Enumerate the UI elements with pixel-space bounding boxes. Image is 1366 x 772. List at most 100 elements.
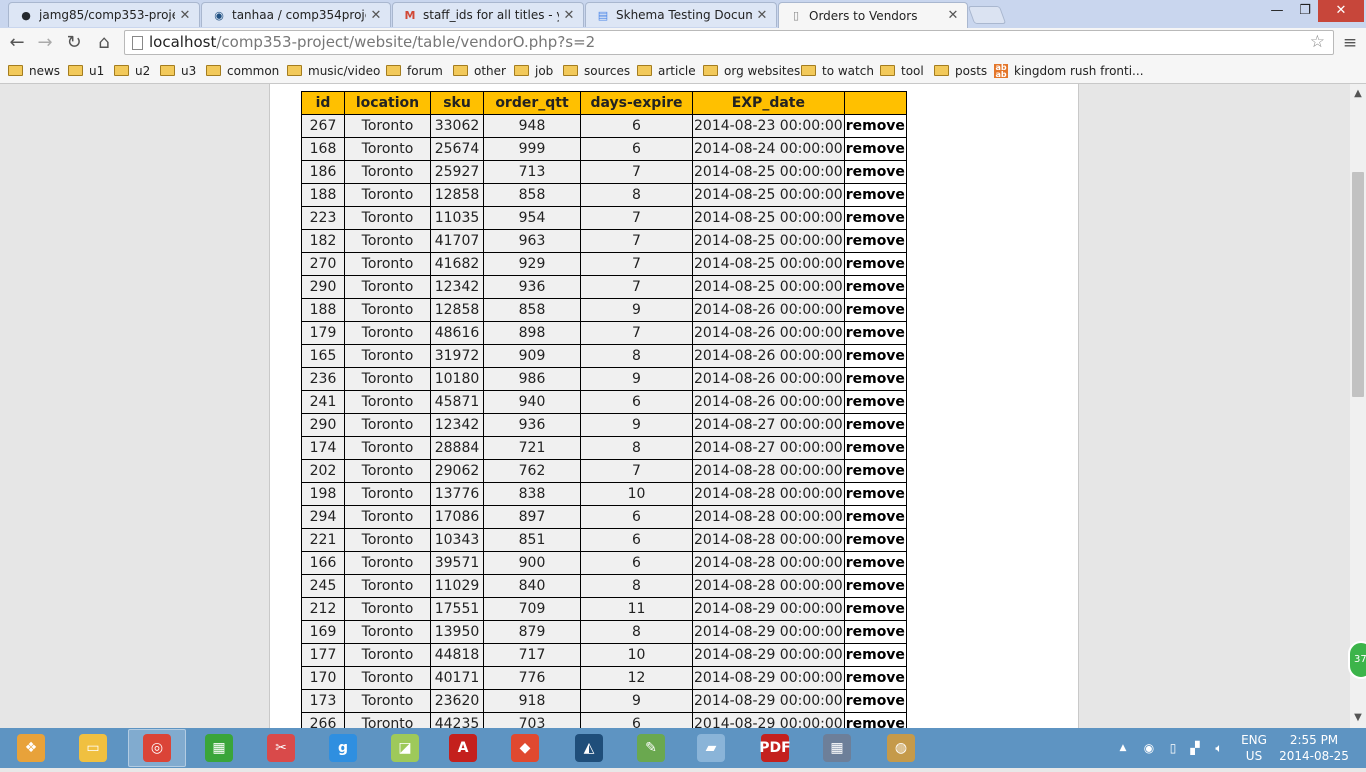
bookmark-to-watch[interactable]: to watch: [801, 62, 874, 80]
bookmark-u1[interactable]: u1: [68, 62, 104, 80]
remove-link[interactable]: remove: [843, 712, 907, 728]
remove-link[interactable]: remove: [843, 643, 907, 667]
remove-link[interactable]: remove: [843, 413, 907, 437]
close-tab-icon[interactable]: ✕: [370, 8, 382, 23]
show-hidden-icons-icon[interactable]: ▲: [1116, 728, 1130, 768]
remove-link[interactable]: remove: [843, 459, 907, 483]
restore-button[interactable]: ❐: [1290, 0, 1320, 22]
remove-link[interactable]: remove: [843, 528, 907, 552]
taskbar-app[interactable]: ◪: [376, 729, 434, 767]
table-cell: 8: [580, 344, 693, 368]
bookmark-label: u1: [89, 64, 105, 78]
taskbar-app[interactable]: ✎: [622, 729, 680, 767]
clock-date: 2014-08-25: [1279, 749, 1349, 763]
remove-link[interactable]: remove: [843, 321, 907, 345]
bookmark-common[interactable]: common: [206, 62, 279, 80]
bookmark-job[interactable]: job: [514, 62, 553, 80]
remove-link[interactable]: remove: [843, 298, 907, 322]
remove-link[interactable]: remove: [843, 574, 907, 598]
language-indicator[interactable]: ENG US: [1236, 728, 1272, 772]
remove-link[interactable]: remove: [843, 551, 907, 575]
browser-tab[interactable]: Mstaff_ids for all titles - yipa ✕: [392, 2, 584, 27]
scroll-down-icon[interactable]: ▼: [1350, 710, 1366, 726]
browser-tab[interactable]: ◉ tanhaa / comp354project ✕: [201, 2, 391, 27]
taskbar-app[interactable]: ▦: [808, 729, 866, 767]
network-app-tray-icon[interactable]: ◉: [1140, 728, 1158, 768]
remove-link[interactable]: remove: [843, 183, 907, 207]
close-tab-icon[interactable]: ✕: [179, 8, 191, 23]
bookmark-news[interactable]: news: [8, 62, 60, 80]
remove-link[interactable]: remove: [843, 114, 907, 138]
remove-link[interactable]: remove: [843, 275, 907, 299]
browser-tab[interactable]: ▤ Skhema Testing Documer ✕: [585, 2, 777, 27]
remove-link[interactable]: remove: [843, 482, 907, 506]
browser-tab[interactable]: ▯ Orders to Vendors ✕: [778, 2, 968, 28]
remove-link[interactable]: remove: [843, 597, 907, 621]
remove-link[interactable]: remove: [843, 666, 907, 690]
remove-link[interactable]: remove: [843, 505, 907, 529]
signal-icon[interactable]: ▞: [1186, 728, 1204, 768]
taskbar-app[interactable]: ✂: [252, 729, 310, 767]
taskbar-app[interactable]: ▭: [64, 729, 122, 767]
remove-link[interactable]: remove: [843, 620, 907, 644]
bookmark-u2[interactable]: u2: [114, 62, 150, 80]
bookmark-other[interactable]: other: [453, 62, 506, 80]
bookmark-article[interactable]: article: [637, 62, 696, 80]
new-tab-button[interactable]: [967, 6, 1007, 24]
remove-link[interactable]: remove: [843, 160, 907, 184]
minimize-button[interactable]: —: [1262, 0, 1292, 22]
bookmark-posts[interactable]: posts: [934, 62, 987, 80]
taskbar-app[interactable]: ▰: [682, 729, 740, 767]
folder-icon: [160, 64, 175, 76]
taskbar-app[interactable]: ◎: [128, 729, 186, 767]
taskbar-app[interactable]: g: [314, 729, 372, 767]
table-cell: 918: [483, 689, 581, 713]
remove-link[interactable]: remove: [843, 206, 907, 230]
remove-link[interactable]: remove: [843, 367, 907, 391]
bookmark-kingdom-rush[interactable]: ab ab kingdom rush fronti...: [994, 62, 1144, 80]
remove-link[interactable]: remove: [843, 390, 907, 414]
bookmark-tool[interactable]: tool: [880, 62, 924, 80]
volume-icon[interactable]: 🔈︎: [1210, 728, 1228, 768]
remove-link[interactable]: remove: [843, 252, 907, 276]
back-icon[interactable]: ←: [5, 31, 29, 55]
bookmark-star-icon[interactable]: ☆: [1310, 31, 1325, 54]
reload-icon[interactable]: ↻: [62, 31, 86, 55]
taskbar-app[interactable]: ◭: [560, 729, 618, 767]
bookmark-sources[interactable]: sources: [563, 62, 630, 80]
remove-link[interactable]: remove: [843, 344, 907, 368]
remove-link[interactable]: remove: [843, 436, 907, 460]
bookmark-forum[interactable]: forum: [386, 62, 443, 80]
vertical-scrollbar[interactable]: ▲ ▼: [1350, 84, 1366, 728]
table-cell: 169: [301, 620, 345, 644]
taskbar-app[interactable]: A: [434, 729, 492, 767]
forward-icon[interactable]: →: [33, 31, 57, 55]
table-cell: 41707: [430, 229, 484, 253]
table-cell: 897: [483, 505, 581, 529]
address-bar[interactable]: localhost/comp353-project/website/table/…: [124, 30, 1334, 55]
home-icon[interactable]: ⌂: [92, 31, 116, 55]
scrollbar-thumb[interactable]: [1352, 172, 1364, 397]
bookmark-u3[interactable]: u3: [160, 62, 196, 80]
floating-badge[interactable]: 37: [1348, 641, 1366, 679]
scroll-up-icon[interactable]: ▲: [1350, 86, 1366, 102]
taskbar-app[interactable]: PDF: [746, 729, 804, 767]
remove-link[interactable]: remove: [843, 137, 907, 161]
taskbar-app[interactable]: ▦: [190, 729, 248, 767]
bookmark-music-video[interactable]: music/video: [287, 62, 380, 80]
chrome-menu-icon[interactable]: ≡: [1340, 31, 1360, 55]
close-tab-icon[interactable]: ✕: [947, 8, 959, 23]
taskbar-app[interactable]: ❖: [2, 729, 60, 767]
clock[interactable]: 2:55 PM 2014-08-25: [1276, 728, 1352, 772]
remove-link[interactable]: remove: [843, 229, 907, 253]
remove-link[interactable]: remove: [843, 689, 907, 713]
close-window-button[interactable]: ✕: [1318, 0, 1364, 22]
taskbar-app[interactable]: ◆: [496, 729, 554, 767]
browser-tab[interactable]: ● jamg85/comp353-project ✕: [8, 2, 200, 27]
battery-icon[interactable]: ▯: [1166, 728, 1180, 768]
table-cell: 9: [580, 298, 693, 322]
taskbar-app[interactable]: ◍: [872, 729, 930, 767]
bookmark-org-websites[interactable]: org websites: [703, 62, 800, 80]
close-tab-icon[interactable]: ✕: [563, 8, 575, 23]
close-tab-icon[interactable]: ✕: [756, 8, 768, 23]
